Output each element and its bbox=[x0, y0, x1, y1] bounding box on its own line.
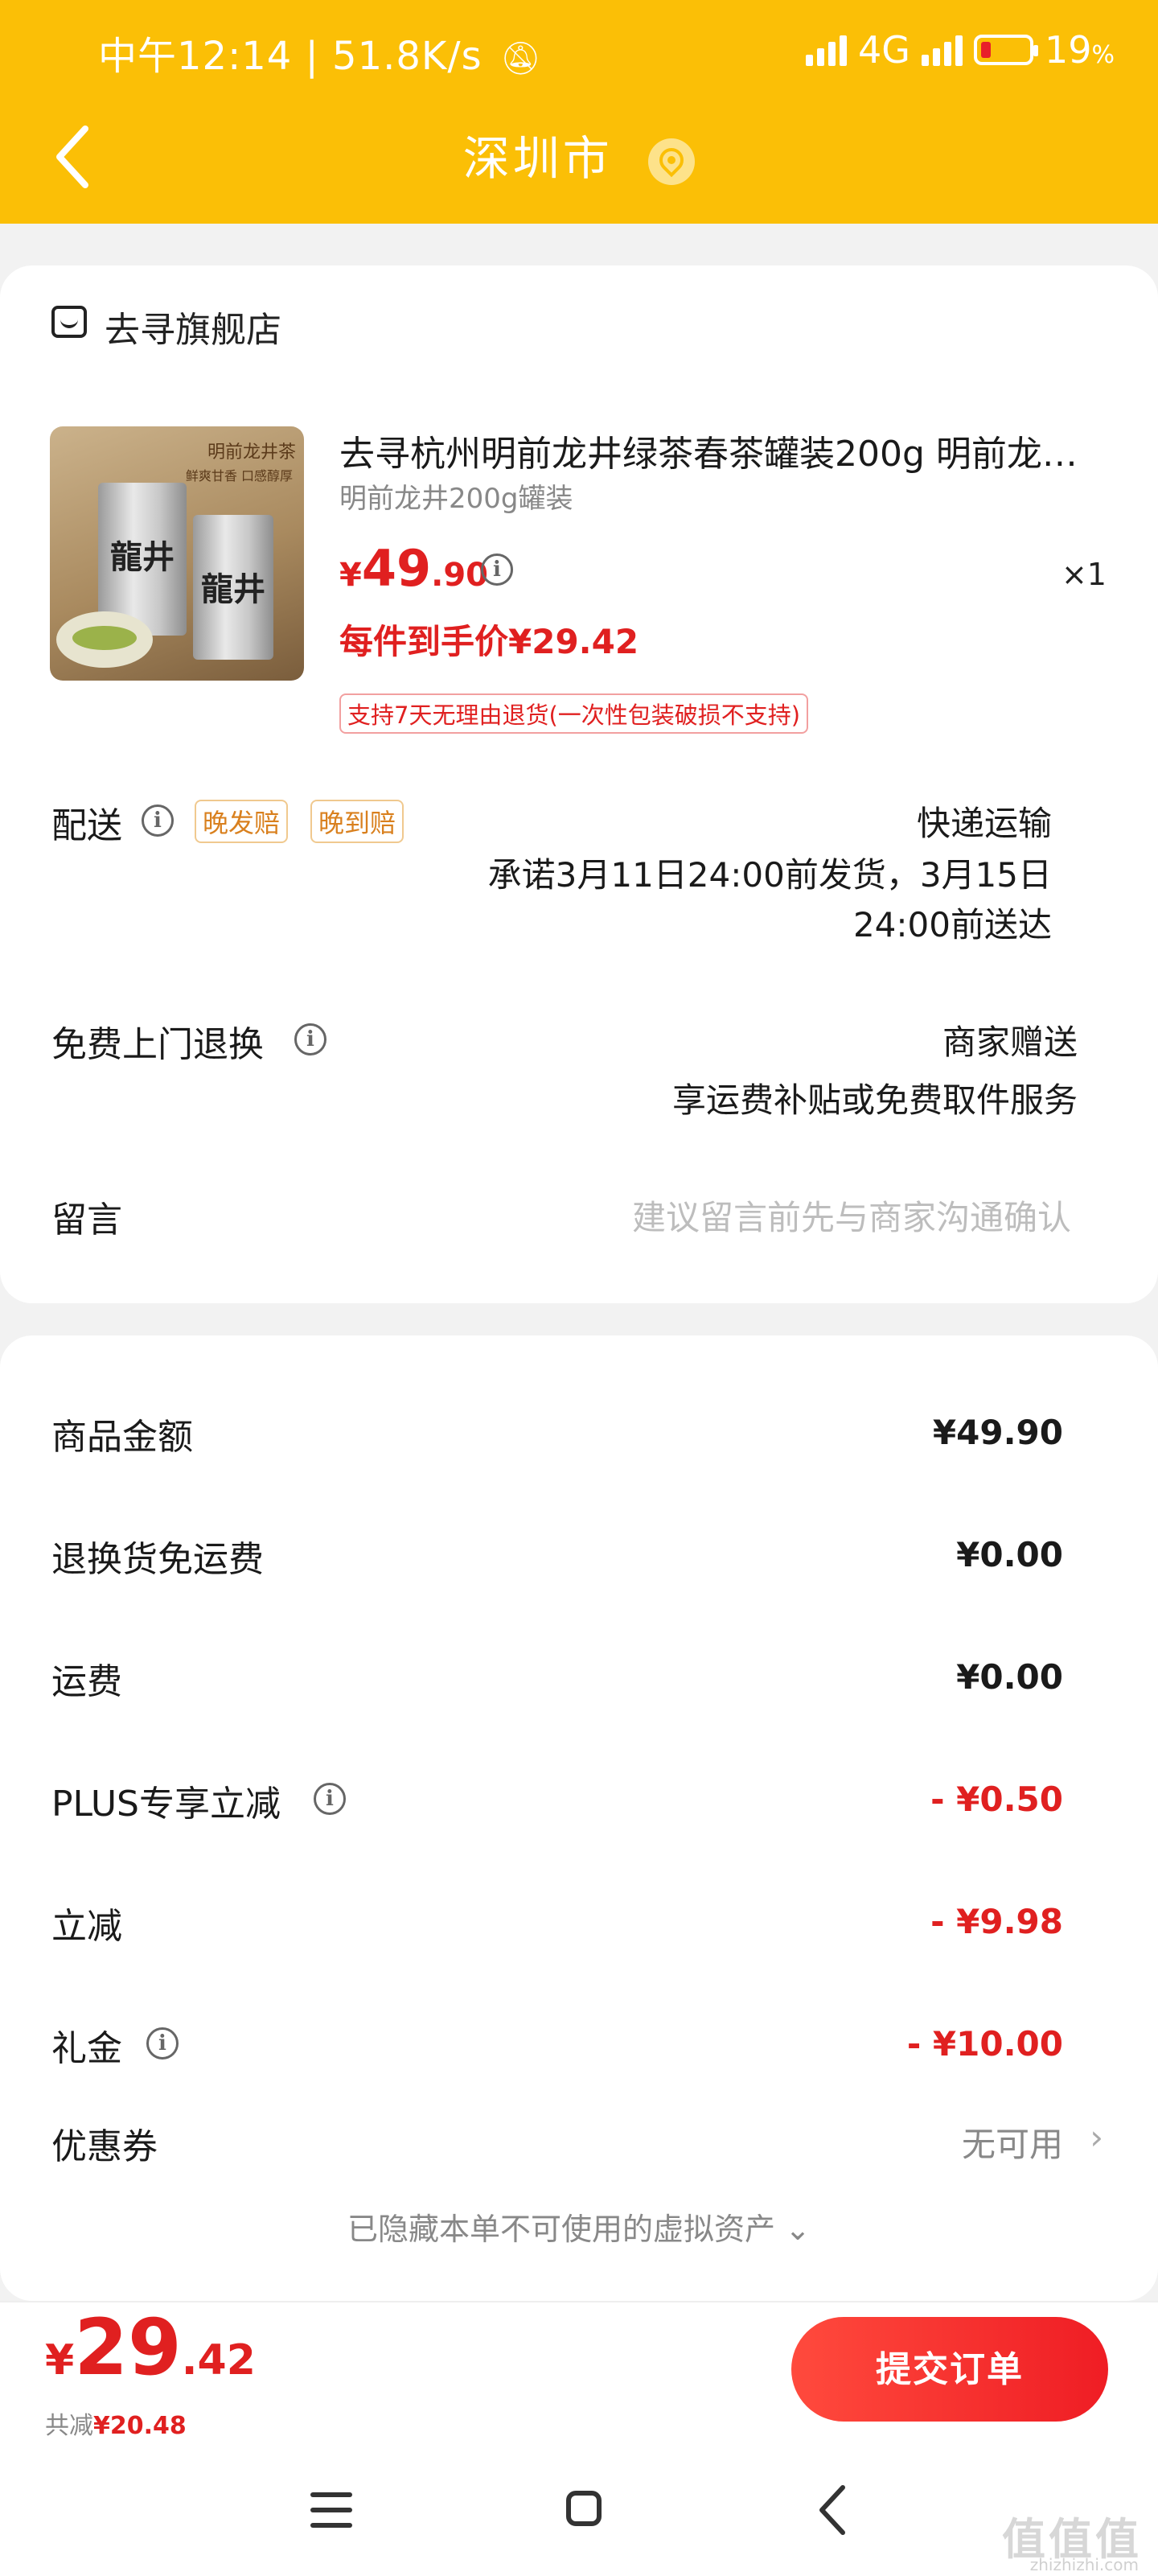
fee-value-gift: - ¥10.00 bbox=[906, 2024, 1063, 2064]
product-image-tag: 明前龙井茶 bbox=[207, 442, 296, 463]
nav-menu-icon[interactable] bbox=[299, 2478, 363, 2542]
gift-info-icon[interactable]: i bbox=[146, 2027, 179, 2060]
delivery-method: 快递运输 bbox=[916, 804, 1052, 843]
battery-percent: 19% bbox=[1044, 28, 1115, 72]
delivery-label: 配送 bbox=[51, 805, 122, 846]
shop-name[interactable]: 去寻旗舰店 bbox=[105, 301, 281, 352]
chevron-right-icon[interactable]: › bbox=[1090, 2117, 1103, 2157]
shop-icon bbox=[51, 306, 87, 338]
hidden-assets-text: 已隐藏本单不可使用的虚拟资产 bbox=[347, 2212, 776, 2247]
net-price: 每件到手价¥29.42 bbox=[339, 622, 639, 661]
status-time: 中午12:14 bbox=[98, 34, 293, 79]
fee-label-plus-discount: PLUS专享立减 bbox=[51, 1784, 281, 1825]
delivery-promise-line1: 承诺3月11日24:00前发货，3月15日 bbox=[487, 855, 1052, 895]
fee-label-shipping: 运费 bbox=[51, 1661, 122, 1702]
fee-value-goods: ¥49.90 bbox=[932, 1413, 1063, 1452]
product-image-subtag: 鲜爽甘香 口感醇厚 bbox=[185, 468, 293, 484]
fee-label-instant-discount: 立减 bbox=[51, 1906, 122, 1947]
total-price: ¥29.42 bbox=[45, 2302, 256, 2393]
fee-value-return-shipping: ¥0.00 bbox=[956, 1535, 1063, 1574]
coupon-label: 优惠券 bbox=[51, 2126, 158, 2167]
nav-back-icon[interactable] bbox=[803, 2478, 867, 2542]
product-price: ¥49.90 bbox=[339, 539, 488, 598]
price-info-icon[interactable]: i bbox=[481, 553, 513, 586]
signal-icon bbox=[806, 34, 848, 66]
chevron-down-icon: ⌄ bbox=[785, 2212, 811, 2247]
product-quantity: ×1 bbox=[1061, 557, 1107, 592]
exchange-info-icon[interactable]: i bbox=[294, 1023, 326, 1056]
message-label: 留言 bbox=[51, 1200, 122, 1241]
exchange-value: 商家赠送 bbox=[942, 1023, 1078, 1062]
status-separator: | bbox=[305, 34, 333, 79]
signal-icon-2 bbox=[921, 34, 963, 66]
order-card: 去寻旗舰店 明前龙井茶 鲜爽甘香 口感醇厚 龍井 龍井 去寻杭州明前龙井绿茶春茶… bbox=[0, 265, 1158, 1303]
message-input[interactable]: 建议留言前先与商家沟通确认 bbox=[632, 1191, 1071, 1240]
coupon-value[interactable]: 无可用 bbox=[962, 2117, 1063, 2167]
return-policy-tag: 支持7天无理由退货(一次性包装破损不支持) bbox=[339, 693, 809, 734]
fee-value-plus-discount: - ¥0.50 bbox=[930, 1780, 1063, 1819]
status-speed: 51.8K/s bbox=[332, 34, 482, 79]
fee-value-shipping: ¥0.00 bbox=[956, 1657, 1063, 1697]
product-title[interactable]: 去寻杭州明前龙井绿茶春茶罐装200g 明前龙… bbox=[339, 425, 1111, 476]
fee-label-return-shipping: 退换货免运费 bbox=[51, 1539, 264, 1580]
page-title-area: 深圳市 bbox=[0, 121, 1158, 188]
total-saving: 共减¥20.48 bbox=[45, 2412, 187, 2440]
watermark-url: zhizhizhi.com bbox=[1029, 2555, 1139, 2574]
submit-order-button[interactable]: 提交订单 bbox=[791, 2317, 1108, 2422]
fee-label-gift: 礼金 bbox=[51, 2028, 122, 2069]
nav-home-icon[interactable] bbox=[552, 2478, 616, 2542]
fee-value-instant-discount: - ¥9.98 bbox=[930, 1902, 1063, 1941]
tea-dish bbox=[56, 611, 153, 668]
location-icon[interactable] bbox=[648, 138, 696, 185]
product-image[interactable]: 明前龙井茶 鲜爽甘香 口感醇厚 龍井 龍井 bbox=[50, 426, 304, 681]
delivery-promise-line2: 24:00前送达 bbox=[852, 905, 1052, 944]
tea-can: 龍井 bbox=[193, 515, 273, 660]
status-bar-left: 中午12:14 | 51.8K/s 🔕︎ bbox=[98, 24, 542, 80]
exchange-label: 免费上门退换 bbox=[51, 1024, 264, 1065]
battery-icon bbox=[973, 35, 1038, 65]
plus-info-icon[interactable]: i bbox=[314, 1783, 346, 1815]
late-arrive-badge: 晚到赔 bbox=[310, 800, 404, 843]
fee-label-goods: 商品金额 bbox=[51, 1417, 193, 1458]
mute-bell-icon: 🔕︎ bbox=[499, 40, 542, 77]
page-title: 深圳市 bbox=[462, 131, 613, 186]
late-ship-badge: 晚发赔 bbox=[195, 800, 289, 843]
network-type: 4G bbox=[858, 28, 910, 72]
status-bar-right: 4G 19% bbox=[806, 26, 1115, 74]
exchange-desc: 享运费补贴或免费取件服务 bbox=[671, 1080, 1078, 1120]
delivery-info-icon[interactable]: i bbox=[142, 804, 174, 837]
product-spec: 明前龙井200g罐装 bbox=[339, 483, 573, 515]
hidden-assets-toggle[interactable]: 已隐藏本单不可使用的虚拟资产 ⌄ bbox=[0, 2204, 1158, 2249]
